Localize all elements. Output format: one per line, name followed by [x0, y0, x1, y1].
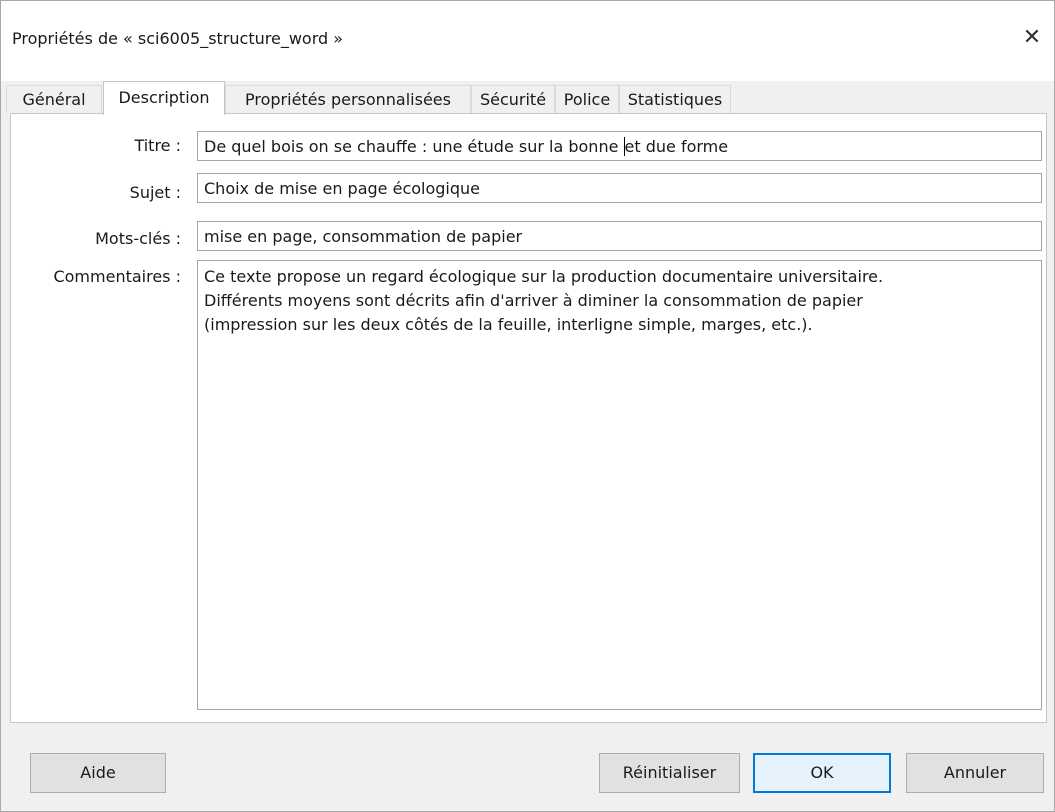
tab-custom-properties[interactable]: Propriétés personnalisées [225, 85, 471, 113]
comment-line: (impression sur les deux côtés de la feu… [204, 315, 813, 334]
keywords-label: Mots-clés : [95, 229, 181, 248]
comments-label: Commentaires : [53, 267, 181, 286]
tab-description[interactable]: Description [103, 81, 225, 115]
tab-strip: Général Description Propriétés personnal… [1, 81, 1054, 115]
tab-font[interactable]: Police [555, 85, 619, 113]
tab-label: Général [22, 90, 86, 109]
help-button[interactable]: Aide [30, 753, 166, 793]
subject-field[interactable]: Choix de mise en page écologique [197, 173, 1042, 203]
tab-label: Description [118, 88, 210, 107]
comment-line: Ce texte propose un regard écologique su… [204, 267, 884, 286]
title-bar: Propriétés de « sci6005_structure_word »… [1, 1, 1054, 81]
tab-security[interactable]: Sécurité [471, 85, 555, 113]
title-text-after: et due forme [624, 137, 729, 156]
ok-button[interactable]: OK [753, 753, 891, 793]
reset-button[interactable]: Réinitialiser [599, 753, 740, 793]
title-field[interactable]: De quel bois on se chauffe : une étude s… [197, 131, 1042, 161]
tab-label: Sécurité [479, 90, 547, 109]
tab-label: Police [563, 90, 611, 109]
close-icon[interactable]: ✕ [1019, 25, 1045, 51]
comment-line: Différents moyens sont décrits afin d'ar… [204, 291, 863, 310]
tab-general[interactable]: Général [6, 85, 102, 113]
window-title: Propriétés de « sci6005_structure_word » [12, 29, 344, 48]
keywords-field[interactable]: mise en page, consommation de papier [197, 221, 1042, 251]
tab-label: Propriétés personnalisées [245, 90, 451, 109]
description-panel: Titre : De quel bois on se chauffe : une… [10, 113, 1047, 723]
title-label: Titre : [134, 136, 181, 155]
properties-dialog: Propriétés de « sci6005_structure_word »… [0, 0, 1055, 812]
comments-textarea[interactable]: Ce texte propose un regard écologique su… [197, 260, 1042, 710]
title-text-before: De quel bois on se chauffe : une étude s… [204, 137, 624, 156]
tab-statistics[interactable]: Statistiques [619, 85, 731, 113]
cancel-button[interactable]: Annuler [906, 753, 1044, 793]
tab-label: Statistiques [627, 90, 723, 109]
subject-label: Sujet : [129, 183, 181, 202]
